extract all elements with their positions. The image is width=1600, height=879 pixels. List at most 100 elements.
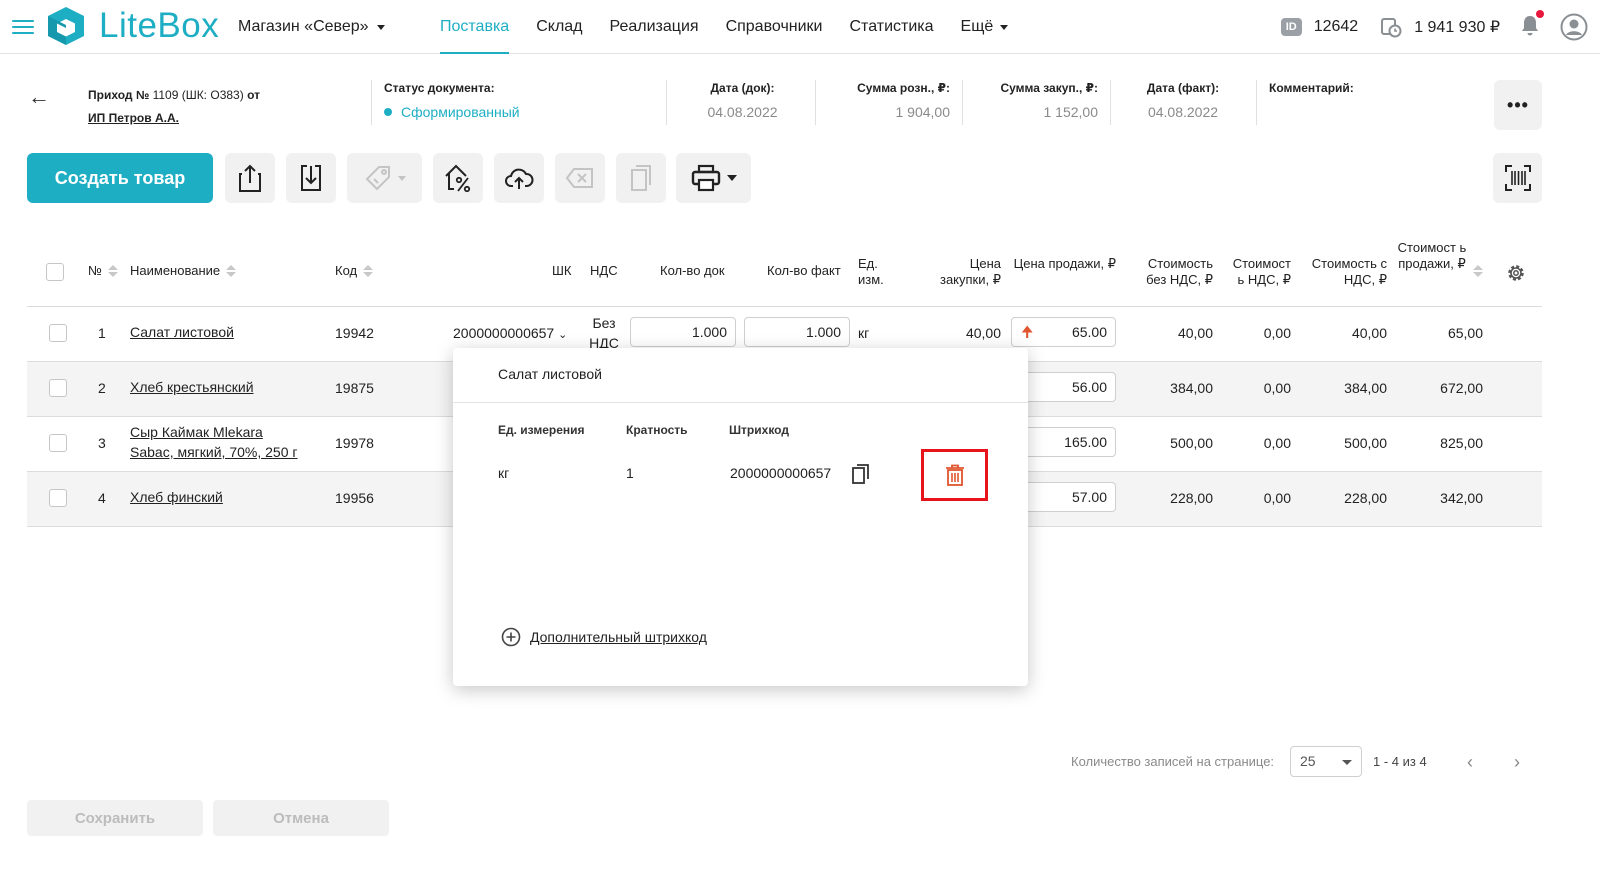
logo[interactable]: LiteBox xyxy=(45,5,219,47)
header-num-label: № xyxy=(88,263,102,278)
nav-statistics[interactable]: Статистика xyxy=(850,0,934,54)
add-barcode-link[interactable]: Дополнительный штрихкод xyxy=(501,627,707,647)
nav-sales-label: Реализация xyxy=(609,18,699,35)
divider xyxy=(1110,80,1111,125)
header-barcode: ШК xyxy=(552,263,572,278)
print-button[interactable] xyxy=(676,153,751,203)
sort-icon xyxy=(363,265,374,277)
avatar[interactable] xyxy=(1560,13,1588,41)
row-code: 19978 xyxy=(335,435,374,451)
row-checkbox[interactable] xyxy=(49,434,67,452)
chevron-down-icon: ⌄ xyxy=(558,329,568,341)
import-button[interactable] xyxy=(286,153,336,203)
product-name-link[interactable]: Хлеб финский xyxy=(130,487,223,507)
nav-more[interactable]: Ещё xyxy=(961,0,1009,54)
nav-warehouse[interactable]: Склад xyxy=(536,0,582,54)
header-num[interactable]: № xyxy=(88,263,118,279)
row-vat: Без НДС xyxy=(589,315,619,351)
header-code[interactable]: Код xyxy=(335,263,374,279)
header-name[interactable]: Наименование xyxy=(130,263,237,279)
table-header: № Наименование Код ШК НДС Кол-во док Кол… xyxy=(27,238,1542,307)
cancel-button[interactable]: Отмена xyxy=(213,800,389,836)
date-fact-value: 04.08.2022 xyxy=(1147,104,1219,120)
prev-page-button[interactable]: ‹ xyxy=(1467,752,1473,773)
price-tag-icon xyxy=(365,166,390,191)
export-icon xyxy=(239,164,261,192)
save-button[interactable]: Сохранить xyxy=(27,800,203,836)
copy-icon[interactable] xyxy=(851,463,871,485)
product-name-line: Sabac, мягкий, 70%, 250 г xyxy=(130,444,298,460)
retail-sum-value: 1 904,00 xyxy=(895,104,951,120)
document-title: Приход № 1109 (ШК: О383) от ИП Петров А.… xyxy=(88,84,260,130)
sale-price-value: 65.00 xyxy=(1071,324,1107,340)
select-all-checkbox[interactable] xyxy=(46,263,64,281)
menu-icon[interactable] xyxy=(12,20,34,34)
copy-icon xyxy=(631,165,651,191)
sort-icon[interactable] xyxy=(1473,265,1483,277)
create-product-button[interactable]: Создать товар xyxy=(27,153,213,203)
upload-button[interactable] xyxy=(494,153,544,203)
copy-button[interactable] xyxy=(616,153,666,203)
nav-supply[interactable]: Поставка xyxy=(440,0,510,54)
product-name-link[interactable]: Хлеб крестьянский xyxy=(130,377,254,397)
product-name-link[interactable]: Сыр Каймак Mlekara Sabac, мягкий, 70%, 2… xyxy=(130,422,298,462)
price-tag-button[interactable] xyxy=(347,153,422,203)
gear-icon[interactable] xyxy=(1506,263,1526,283)
markup-button[interactable] xyxy=(433,153,483,203)
row-barcode: 2000000000657 xyxy=(453,325,555,341)
row-cost-no-vat: 384,00 xyxy=(1170,380,1213,396)
row-cost-with-vat: 500,00 xyxy=(1344,435,1387,451)
header-code-label: Код xyxy=(335,263,358,278)
barcode-dropdown[interactable]: 2000000000657 ⌄ xyxy=(453,325,567,341)
next-page-button[interactable]: › xyxy=(1514,752,1520,773)
supplier-link[interactable]: ИП Петров А.А. xyxy=(88,111,179,125)
header-purchase-price: Цена закупки, ₽ xyxy=(939,256,1001,287)
more-options-button[interactable]: ••• xyxy=(1494,80,1542,130)
sale-price-input[interactable]: 🠉 65.00 xyxy=(1011,317,1116,347)
notification-dot xyxy=(1536,9,1544,18)
header-unit: Ед. изм. xyxy=(858,256,884,287)
popup-title: Салат листовой xyxy=(498,366,602,382)
nav-supply-label: Поставка xyxy=(440,18,510,35)
clear-icon xyxy=(565,168,593,188)
product-name-link[interactable]: Салат листовой xyxy=(130,322,234,342)
print-icon xyxy=(691,164,720,192)
balance-value: 1 941 930 ₽ xyxy=(1414,19,1500,36)
per-page-select[interactable]: 25 xyxy=(1290,746,1362,777)
row-checkbox[interactable] xyxy=(49,324,67,342)
row-num: 1 xyxy=(98,325,106,341)
row-cost-no-vat: 40,00 xyxy=(1177,325,1213,341)
delete-barcode-button[interactable] xyxy=(921,449,988,501)
status-dot xyxy=(384,108,392,116)
barcode-scan-button[interactable] xyxy=(1493,153,1542,203)
divider xyxy=(1256,80,1257,125)
clear-button[interactable] xyxy=(555,153,605,203)
chevron-down-icon xyxy=(1342,760,1352,765)
popup-multiplicity-label: Кратность xyxy=(626,423,688,437)
status-value: Сформированный xyxy=(384,104,520,120)
status-block: Статус документа: Сформированный xyxy=(384,81,520,120)
row-sale-cost: 342,00 xyxy=(1440,490,1483,506)
purchase-sum-label: Сумма закуп., ₽: xyxy=(1000,81,1098,95)
qty-fact-input[interactable]: 1.000 xyxy=(744,317,850,347)
row-vat-cost: 0,00 xyxy=(1263,325,1291,341)
export-button[interactable] xyxy=(225,153,275,203)
top-right-panel: ID 12642 1 941 930 ₽ xyxy=(1280,0,1600,54)
notifications-button[interactable] xyxy=(1520,9,1544,41)
row-sale-cost: 825,00 xyxy=(1440,435,1483,451)
nav-sales[interactable]: Реализация xyxy=(610,0,699,54)
store-name: Магазин «Север» xyxy=(238,18,369,35)
add-barcode-label: Дополнительный штрихкод xyxy=(530,629,707,645)
brand-name: LiteBox xyxy=(99,6,220,45)
store-selector[interactable]: Магазин «Север» xyxy=(238,18,385,36)
doc-title-prefix: Приход № xyxy=(88,88,150,102)
row-checkbox[interactable] xyxy=(49,489,67,507)
barcode-popup: Салат листовой Ед. измерения Кратность Ш… xyxy=(453,348,1028,686)
popup-barcode-label: Штрихкод xyxy=(729,423,789,437)
top-bar: LiteBox Магазин «Север» Поставка Склад Р… xyxy=(0,0,1600,54)
back-arrow-icon[interactable]: ← xyxy=(28,84,50,110)
row-checkbox[interactable] xyxy=(49,379,67,397)
nav-catalogs[interactable]: Справочники xyxy=(726,0,823,54)
qty-doc-input[interactable]: 1.000 xyxy=(630,317,736,347)
row-cost-with-vat: 228,00 xyxy=(1344,490,1387,506)
